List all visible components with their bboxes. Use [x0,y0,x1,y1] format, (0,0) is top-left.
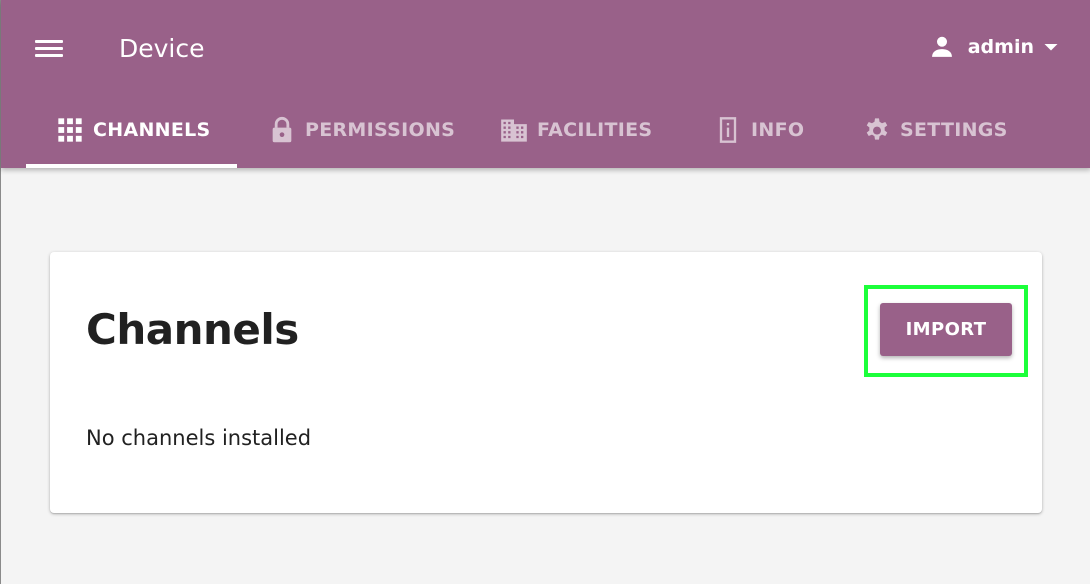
tab-settings[interactable]: SETTINGS [831,96,1021,164]
device-tabs: CHANNELS PERMISSIONS FACILITIES INFO SET… [26,96,1021,168]
app-bar: Device admin CHANNELS PERMISSIONS FACILI… [1,0,1090,168]
tab-facilities-label: FACILITIES [537,119,653,141]
tab-permissions[interactable]: PERMISSIONS [237,96,473,164]
tab-info-label: INFO [751,119,805,141]
tab-permissions-label: PERMISSIONS [305,119,456,141]
active-tab-indicator [26,164,237,168]
building-icon [501,119,527,142]
user-name: admin [967,36,1034,58]
grid-icon [58,118,82,142]
tab-facilities[interactable]: FACILITIES [473,96,682,164]
gear-icon [866,118,888,140]
caret-down-icon [1044,44,1058,51]
hamburger-menu-icon[interactable] [25,28,73,70]
person-icon [931,36,952,57]
device-page: Device admin CHANNELS PERMISSIONS FACILI… [0,0,1090,584]
user-menu[interactable]: admin [928,30,1059,64]
channels-heading: Channels [86,305,299,354]
page-title: Device [119,34,205,63]
tab-info[interactable]: INFO [682,96,831,164]
tab-settings-label: SETTINGS [900,119,1008,141]
channels-card: Channels IMPORT No channels installed [50,252,1042,513]
device-info-icon [719,117,737,143]
tab-channels[interactable]: CHANNELS [26,96,237,168]
lock-icon [272,116,292,143]
empty-state-message: No channels installed [86,426,312,450]
tab-channels-label: CHANNELS [93,119,211,141]
import-button[interactable]: IMPORT [880,303,1012,356]
